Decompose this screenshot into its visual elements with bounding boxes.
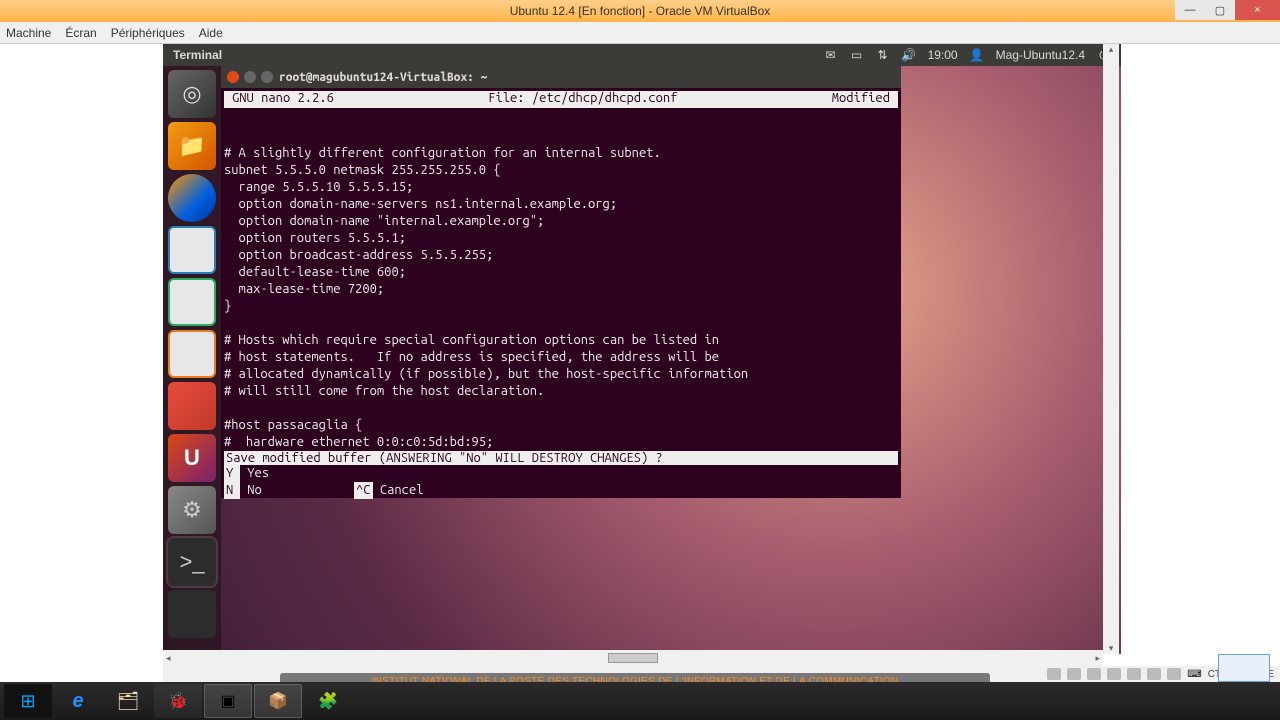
terminal-launcher-icon[interactable]: >_ <box>168 538 216 586</box>
vm-vertical-scrollbar[interactable]: ▴ ▾ <box>1103 44 1119 654</box>
terminal-minimize-icon[interactable] <box>244 71 256 83</box>
menu-peripheriques[interactable]: Périphériques <box>111 26 185 40</box>
nano-prompt-options: Y Yes N No ^C Cancel <box>221 465 901 499</box>
user-icon: 👤 <box>970 48 984 62</box>
nano-editor-body[interactable]: # A slightly different configuration for… <box>221 111 901 451</box>
host-window-titlebar: Ubuntu 12.4 [En fonction] - Oracle VM Vi… <box>0 0 1280 22</box>
nano-cancel-label: Cancel <box>380 483 424 497</box>
sb-cd-icon[interactable] <box>1067 668 1081 680</box>
ubuntu-one-glyph: U <box>184 445 200 471</box>
nano-header: GNU nano 2.2.6 File: /etc/dhcp/dhcpd.con… <box>224 91 898 108</box>
maximize-button[interactable]: ▢ <box>1205 0 1235 20</box>
nano-status: Modified <box>832 91 890 108</box>
taskbar-ie-icon[interactable]: e <box>54 684 102 718</box>
panel-time[interactable]: 19:00 <box>928 48 958 62</box>
scroll-up-icon[interactable]: ▴ <box>1109 44 1114 55</box>
hscroll-thumb[interactable] <box>608 653 658 663</box>
network-icon[interactable]: ⇅ <box>876 48 890 62</box>
nano-no-label: No <box>247 483 262 497</box>
sb-shared-icon[interactable] <box>1127 668 1141 680</box>
nano-filename: File: /etc/dhcp/dhcpd.conf <box>488 91 677 108</box>
minimize-button[interactable]: — <box>1175 0 1205 20</box>
libreoffice-writer-icon[interactable] <box>168 226 216 274</box>
taskbar-explorer-icon[interactable]: 🗂 <box>104 684 152 718</box>
panel-app-title: Terminal <box>173 48 222 62</box>
explorer-glyph: 🗂 <box>117 691 140 712</box>
ie-glyph: e <box>72 690 83 713</box>
terminal-title: root@magubuntu124-VirtualBox: ~ <box>279 71 487 84</box>
sb-usb-icon[interactable] <box>1107 668 1121 680</box>
dash-glyph: ◎ <box>182 81 201 107</box>
scroll-right-icon[interactable]: ▸ <box>1095 653 1100 664</box>
terminal-window: root@magubuntu124-VirtualBox: ~ GNU nano… <box>221 66 901 498</box>
sb-hdd-icon[interactable] <box>1047 668 1061 680</box>
start-button[interactable]: ⊞ <box>4 684 52 718</box>
terminal-titlebar[interactable]: root@magubuntu124-VirtualBox: ~ <box>221 66 901 88</box>
menu-ecran[interactable]: Écran <box>65 26 96 40</box>
taskbar-app3-icon[interactable]: 🧩 <box>304 684 352 718</box>
start-icon: ⊞ <box>20 691 35 712</box>
nano-yes-label: Yes <box>247 466 269 480</box>
terminal-maximize-icon[interactable] <box>261 71 273 83</box>
scroll-down-icon[interactable]: ▾ <box>1109 643 1114 654</box>
terminal-glyph: >_ <box>179 549 204 575</box>
close-button[interactable]: × <box>1235 0 1280 20</box>
gear-icon: ⚙ <box>182 497 202 523</box>
ubuntu-top-panel: Terminal ✉ ▭ ⇅ 🔊 19:00 👤 Mag-Ubuntu12.4 … <box>163 44 1121 66</box>
nano-yes-key[interactable]: Y <box>224 465 240 482</box>
host-window-title: Ubuntu 12.4 [En fonction] - Oracle VM Vi… <box>510 4 771 18</box>
sb-mouse-icon[interactable] <box>1167 668 1181 680</box>
terminal-close-icon[interactable] <box>227 71 239 83</box>
scroll-left-icon[interactable]: ◂ <box>166 653 171 664</box>
system-settings-icon[interactable]: ⚙ <box>168 486 216 534</box>
nano-cancel-key[interactable]: ^C <box>354 482 373 499</box>
host-blank-area <box>1120 44 1280 682</box>
panel-username[interactable]: Mag-Ubuntu12.4 <box>996 48 1085 62</box>
window-controls: — ▢ × <box>1175 0 1280 20</box>
battery-icon[interactable]: ▭ <box>850 48 864 62</box>
taskbar-app1-icon[interactable]: 🐞 <box>154 684 202 718</box>
terminal-window-buttons <box>227 71 273 83</box>
files-icon[interactable]: 📁 <box>168 122 216 170</box>
sb-net-icon[interactable] <box>1087 668 1101 680</box>
mail-icon[interactable]: ✉ <box>824 48 838 62</box>
taskbar-app2-icon[interactable]: ▣ <box>204 684 252 718</box>
libreoffice-calc-icon[interactable] <box>168 278 216 326</box>
dash-icon[interactable]: ◎ <box>168 70 216 118</box>
windows-taskbar: ⊞ e 🗂 🐞 ▣ 📦 🧩 <box>0 682 1280 720</box>
ubuntu-one-icon[interactable]: U <box>168 434 216 482</box>
nano-no-key[interactable]: N <box>224 482 240 499</box>
taskbar-virtualbox-icon[interactable]: 📦 <box>254 684 302 718</box>
vm-horizontal-scrollbar[interactable]: ◂ ▸ <box>163 650 1103 666</box>
volume-icon[interactable]: 🔊 <box>902 48 916 62</box>
unity-launcher: ◎ 📁 U ⚙ >_ <box>163 66 221 654</box>
nano-save-prompt: Save modified buffer (ANSWERING "No" WIL… <box>224 451 898 465</box>
sb-display-icon[interactable] <box>1147 668 1161 680</box>
firefox-icon[interactable] <box>168 174 216 222</box>
menu-aide[interactable]: Aide <box>199 26 223 40</box>
sb-hostkey-icon: ⌨ <box>1187 669 1201 680</box>
software-center-icon[interactable] <box>168 382 216 430</box>
files-glyph: 📁 <box>178 133 205 159</box>
nano-version: GNU nano 2.2.6 <box>232 91 334 108</box>
workspace-switcher-icon[interactable] <box>168 590 216 638</box>
panel-indicators: ✉ ▭ ⇅ 🔊 19:00 👤 Mag-Ubuntu12.4 ⏻ <box>824 48 1111 62</box>
libreoffice-impress-icon[interactable] <box>168 330 216 378</box>
vm-preview-thumbnail[interactable] <box>1218 654 1270 682</box>
menu-machine[interactable]: Machine <box>6 26 51 40</box>
virtualbox-menubar: Machine Écran Périphériques Aide <box>0 22 1280 44</box>
